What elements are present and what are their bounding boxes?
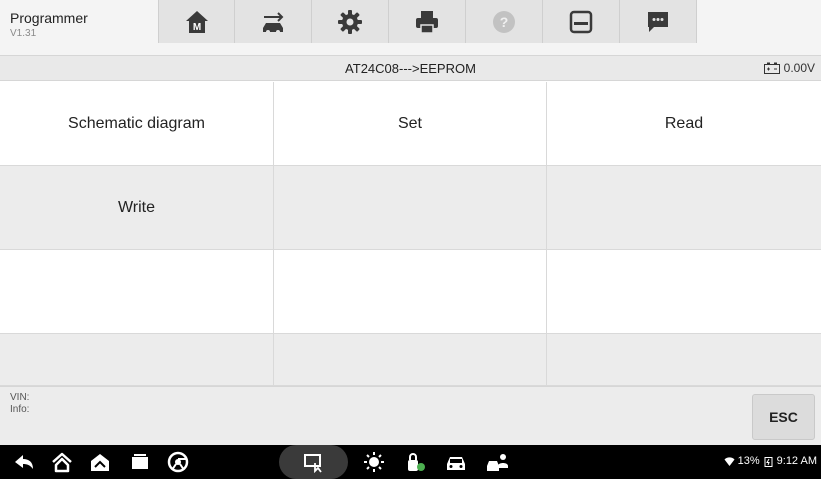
home-button[interactable]: M [158, 0, 235, 43]
system-navigation-bar: 13% 9:12 AM [0, 445, 821, 479]
help-icon: ? [493, 10, 515, 33]
battery-percent: 13% [737, 455, 760, 467]
path-bar: AT24C08--->EEPROM 0.00V [0, 56, 821, 81]
info-label: Info: [10, 404, 30, 415]
function-grid: Schematic diagram Set Read Write [0, 82, 821, 386]
car-icon [447, 457, 465, 470]
back-button[interactable] [12, 450, 36, 474]
empty-cell [274, 166, 547, 250]
empty-cell [0, 334, 274, 386]
set-button[interactable]: Set [274, 82, 547, 166]
home-nav-button[interactable] [50, 450, 74, 474]
battery-voltage: 0.00V [763, 61, 815, 75]
app-version: V1.31 [10, 28, 37, 39]
empty-cell [274, 250, 547, 334]
autel-home-button[interactable] [88, 450, 112, 474]
car-user-button[interactable] [485, 450, 509, 474]
wifi-icon [724, 456, 735, 466]
top-toolbar: Programmer V1.31 M ? [0, 0, 821, 56]
feedback-button[interactable] [620, 0, 697, 43]
battery-icon [763, 62, 780, 74]
browser-icon [167, 451, 189, 473]
browser-button[interactable] [166, 450, 190, 474]
svg-text:M: M [192, 22, 200, 33]
print-button[interactable] [389, 0, 466, 43]
recent-apps-button[interactable] [128, 450, 152, 474]
brightness-button[interactable] [362, 450, 386, 474]
remote-desktop-icon [304, 454, 322, 473]
charging-icon [764, 456, 773, 467]
info-bar: VIN: Info: ESC [0, 386, 821, 445]
vehicle-swap-button[interactable] [235, 0, 312, 43]
clock: 9:12 AM [776, 455, 817, 467]
settings-gear-icon [338, 9, 362, 34]
home-icon [52, 452, 72, 473]
back-icon [15, 455, 33, 469]
settings-button[interactable] [312, 0, 389, 43]
help-button[interactable]: ? [466, 0, 543, 43]
printer-icon [416, 10, 438, 34]
empty-cell [547, 166, 821, 250]
svg-text:?: ? [500, 14, 509, 30]
app-name: Programmer [10, 10, 88, 26]
toolbar-buttons: M ? [158, 0, 697, 43]
empty-cell [274, 334, 547, 386]
vci-icon [408, 453, 425, 471]
home-icon: M [185, 10, 208, 33]
empty-cell [547, 250, 821, 334]
brightness-icon [364, 452, 384, 472]
status-area: 13% 9:12 AM [724, 455, 817, 467]
save-button[interactable] [543, 0, 620, 43]
write-button[interactable]: Write [0, 166, 274, 250]
message-icon [648, 11, 668, 32]
empty-cell [0, 250, 274, 334]
empty-cell [547, 334, 821, 386]
remote-desktop-button[interactable] [302, 450, 326, 474]
path-title: AT24C08--->EEPROM [345, 61, 476, 76]
car-button[interactable] [444, 450, 468, 474]
vehicle-swap-icon [263, 11, 284, 34]
autel-home-icon [91, 454, 109, 471]
voltage-value: 0.00V [783, 61, 815, 75]
vin-label: VIN: [10, 392, 30, 403]
car-user-icon [487, 454, 508, 471]
schematic-diagram-button[interactable]: Schematic diagram [0, 82, 274, 166]
recent-apps-icon [132, 454, 148, 469]
vci-button[interactable] [404, 450, 428, 474]
esc-button[interactable]: ESC [752, 394, 815, 440]
read-button[interactable]: Read [547, 82, 821, 166]
save-icon [569, 10, 593, 33]
